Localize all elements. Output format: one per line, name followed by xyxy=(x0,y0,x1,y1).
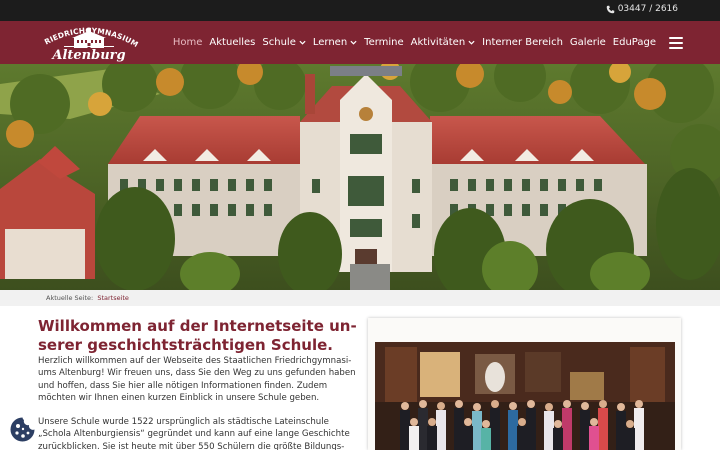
breadcrumb-current-link[interactable]: Startseite xyxy=(97,294,129,302)
primary-nav: Home Aktuelles Schule Lernen Termine Aktivitä… xyxy=(173,21,683,64)
nav-item-label: EduPage xyxy=(612,37,656,48)
chevron-down-icon xyxy=(299,40,306,45)
chevron-down-icon xyxy=(468,40,475,45)
nav-item-label: Home xyxy=(172,37,203,48)
nav-item-label: Aktivitäten xyxy=(410,37,466,48)
breadcrumb: Aktuelle Seite: Startseite xyxy=(0,290,720,306)
hero-image-school-building xyxy=(0,64,720,290)
nav-item-label: Interner Bereich xyxy=(482,37,563,48)
nav-item-schule[interactable]: Schule xyxy=(262,37,306,48)
nav-item-aktuelles[interactable]: Aktuelles xyxy=(209,37,255,48)
history-paragraph: Unsere Schule wurde 1522 ursprünglich al… xyxy=(38,417,350,450)
breadcrumb-label: Aktuelle Seite: xyxy=(46,294,94,302)
nav-item-interner-bereich[interactable]: Interner Bereich xyxy=(482,37,563,48)
intro-paragraph: Herzlich willkommen auf der Webseite des… xyxy=(38,356,356,404)
nav-item-label: Galerie xyxy=(569,37,606,48)
nav-item-label: Lernen xyxy=(312,37,348,48)
hamburger-menu-icon[interactable] xyxy=(669,36,683,49)
chevron-down-icon xyxy=(350,40,357,45)
page-title: Willkommen auf der Internetseite un-sere… xyxy=(38,317,357,354)
phone-icon xyxy=(606,5,614,13)
phone-contact[interactable]: 03447 / 2616 xyxy=(606,4,678,14)
nav-item-label: Termine xyxy=(364,37,404,48)
main-navbar: FRIEDRICHGYMNASIUM Altenburg Home Aktuell… xyxy=(0,21,720,64)
group-photo-card xyxy=(368,318,681,450)
nav-item-aktivit-ten[interactable]: Aktivitäten xyxy=(411,37,476,48)
nav-item-termine[interactable]: Termine xyxy=(364,37,404,48)
nav-item-label: Aktuelles xyxy=(209,37,256,48)
group-photo xyxy=(375,342,675,450)
cookie-icon[interactable] xyxy=(9,416,36,443)
nav-item-galerie[interactable]: Galerie xyxy=(570,37,606,48)
school-logo[interactable]: FRIEDRICHGYMNASIUM Altenburg xyxy=(38,24,140,62)
nav-item-home[interactable]: Home xyxy=(173,37,203,48)
top-bar: 03447 / 2616 xyxy=(0,0,720,21)
nav-item-lernen[interactable]: Lernen xyxy=(313,37,357,48)
logo-script-text: Altenburg xyxy=(50,48,125,62)
nav-item-edupage[interactable]: EduPage xyxy=(613,37,656,48)
phone-number: 03447 / 2616 xyxy=(617,4,678,14)
nav-item-label: Schule xyxy=(262,37,296,48)
